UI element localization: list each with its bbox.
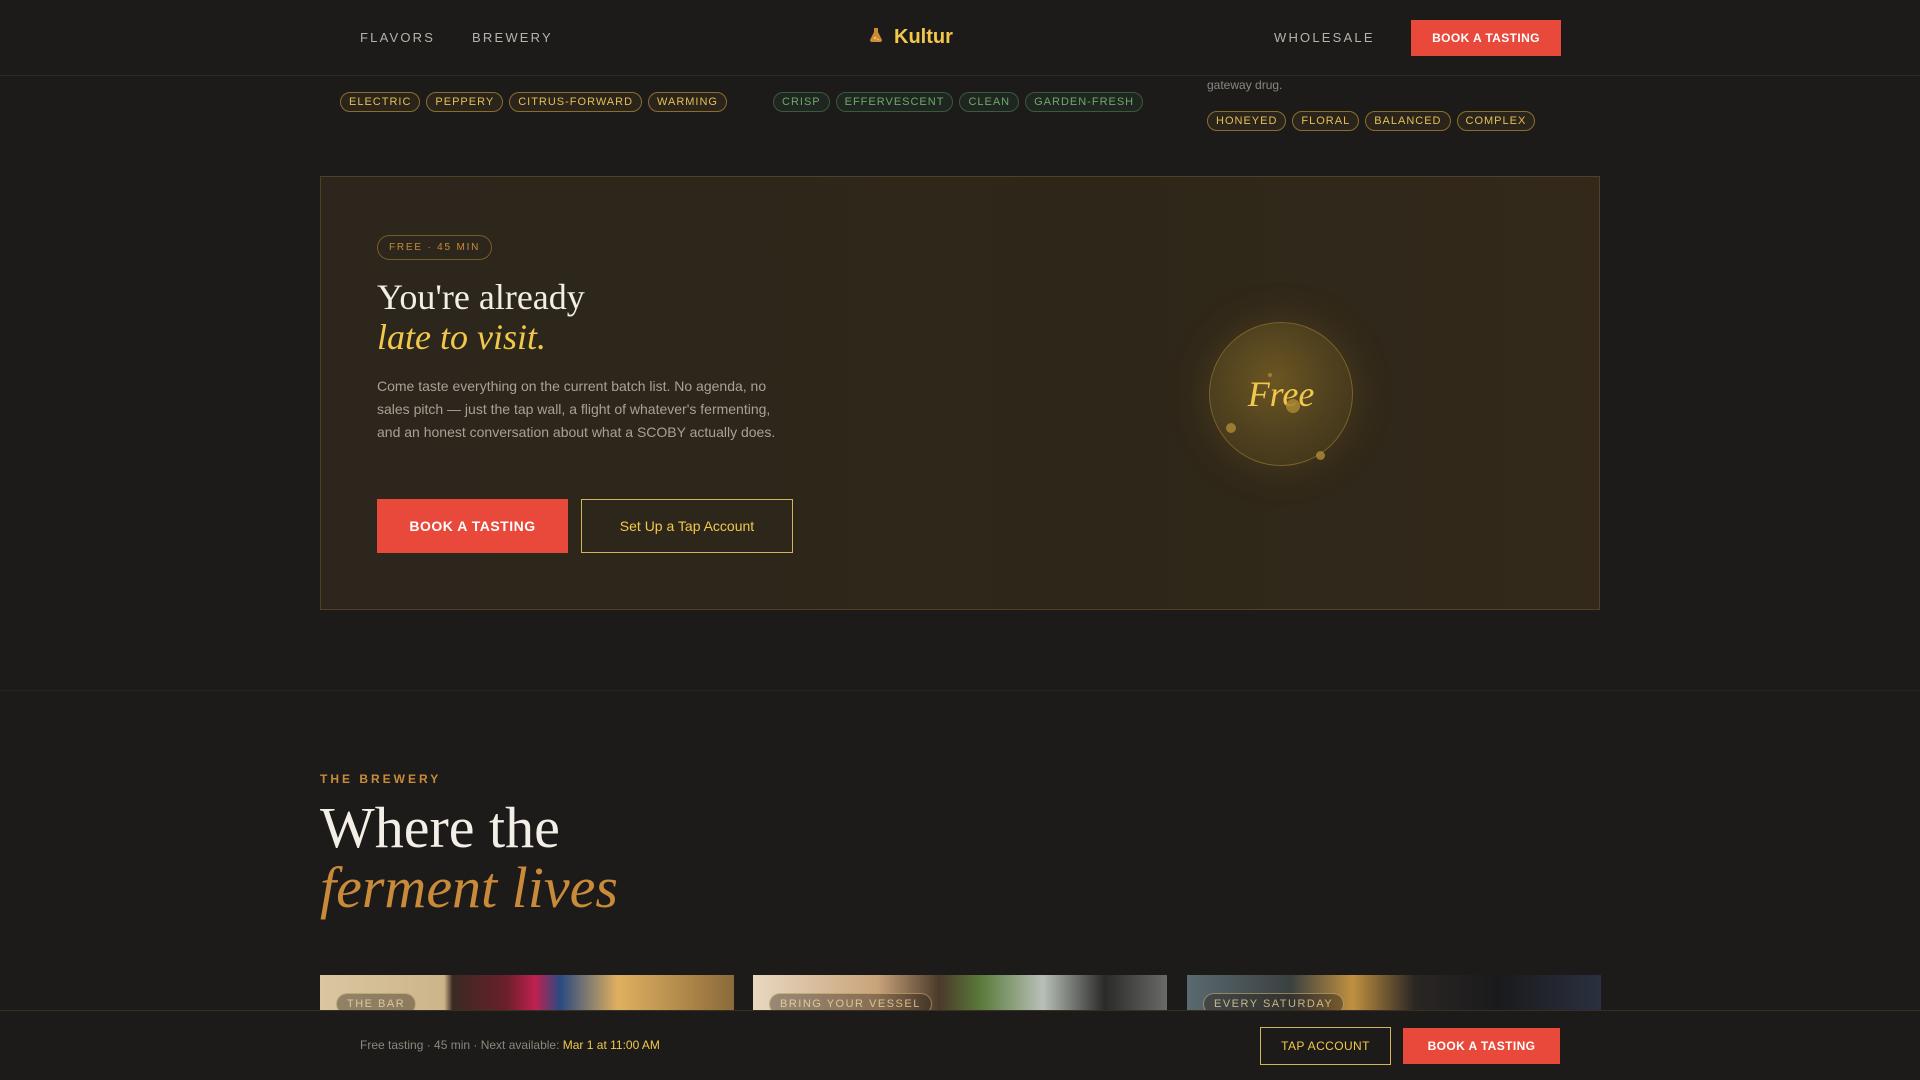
brand-name: Kultur [894,26,953,48]
tap-account-setup-button[interactable]: Set Up a Tap Account [581,499,793,553]
flavor-tag: CLEAN [959,92,1020,112]
flask-icon [868,27,884,48]
brewery-eyebrow: THE BREWERY [320,772,442,786]
flavor-tags-col3: HONEYED FLORAL BALANCED COMPLEX [1207,111,1541,131]
next-available-info: Free tasting · 45 min · Next available: … [360,1038,660,1052]
footer-book-tasting-button[interactable]: BOOK A TASTING [1403,1028,1560,1064]
free-orb-badge: Free [1209,322,1353,466]
visit-cta-card: FREE · 45 MIN You're already late to vis… [320,176,1600,610]
footer-tap-account-button[interactable]: TAP ACCOUNT [1260,1027,1391,1065]
flavor-description-tail: gateway drug. [1207,78,1283,92]
bubble-decoration [1286,399,1300,413]
bubble-decoration [1226,423,1236,433]
cta-heading: You're already late to visit. [377,277,585,357]
next-available-time: Mar 1 at 11:00 AM [562,1038,660,1052]
flavor-tag: WARMING [648,92,727,112]
book-tasting-button[interactable]: BOOK A TASTING [377,499,568,553]
cta-heading-line2: late to visit. [377,317,546,357]
site-header: FLAVORS BREWERY Kultur WHOLESALE BOOK A … [0,0,1920,76]
section-divider [0,690,1920,691]
flavor-tag: EFFERVESCENT [835,92,954,112]
tasting-info-text: Free tasting · 45 min · Next available: [360,1038,563,1052]
flavor-tags-col2: CRISP EFFERVESCENT CLEAN GARDEN-FRESH [773,92,1149,112]
flavor-tag: CRISP [773,92,830,112]
flavor-tags-col1: ELECTRIC PEPPERY CITRUS-FORWARD WARMING [340,92,733,112]
nav-brewery-link[interactable]: BREWERY [472,30,553,45]
flavor-tag: CITRUS-FORWARD [509,92,643,112]
nav-wholesale-link[interactable]: WHOLESALE [1274,30,1375,45]
header-book-tasting-button[interactable]: BOOK A TASTING [1411,20,1561,56]
bubble-decoration [1268,373,1272,377]
flavor-tag: GARDEN-FRESH [1025,92,1144,112]
orb-label: Free [1247,374,1315,414]
brand-logo[interactable]: Kultur [868,26,953,49]
brewery-heading: Where the ferment lives [320,798,618,918]
flavor-tag: COMPLEX [1456,111,1536,131]
flavor-tag: PEPPERY [426,92,504,112]
flavor-tag: HONEYED [1207,111,1287,131]
flavor-tag: FLORAL [1292,111,1360,131]
cta-heading-line1: You're already [377,277,585,317]
flavor-tag: ELECTRIC [340,92,421,112]
cta-description: Come taste everything on the current bat… [377,378,776,440]
brewery-heading-line1: Where the [320,795,560,860]
sticky-booking-bar: Free tasting · 45 min · Next available: … [0,1010,1920,1080]
flavor-tag: BALANCED [1365,111,1451,131]
free-duration-badge: FREE · 45 MIN [377,235,493,260]
nav-flavors-link[interactable]: FLAVORS [360,30,435,45]
bubble-decoration [1316,451,1325,460]
brewery-heading-line2: ferment lives [320,855,618,920]
